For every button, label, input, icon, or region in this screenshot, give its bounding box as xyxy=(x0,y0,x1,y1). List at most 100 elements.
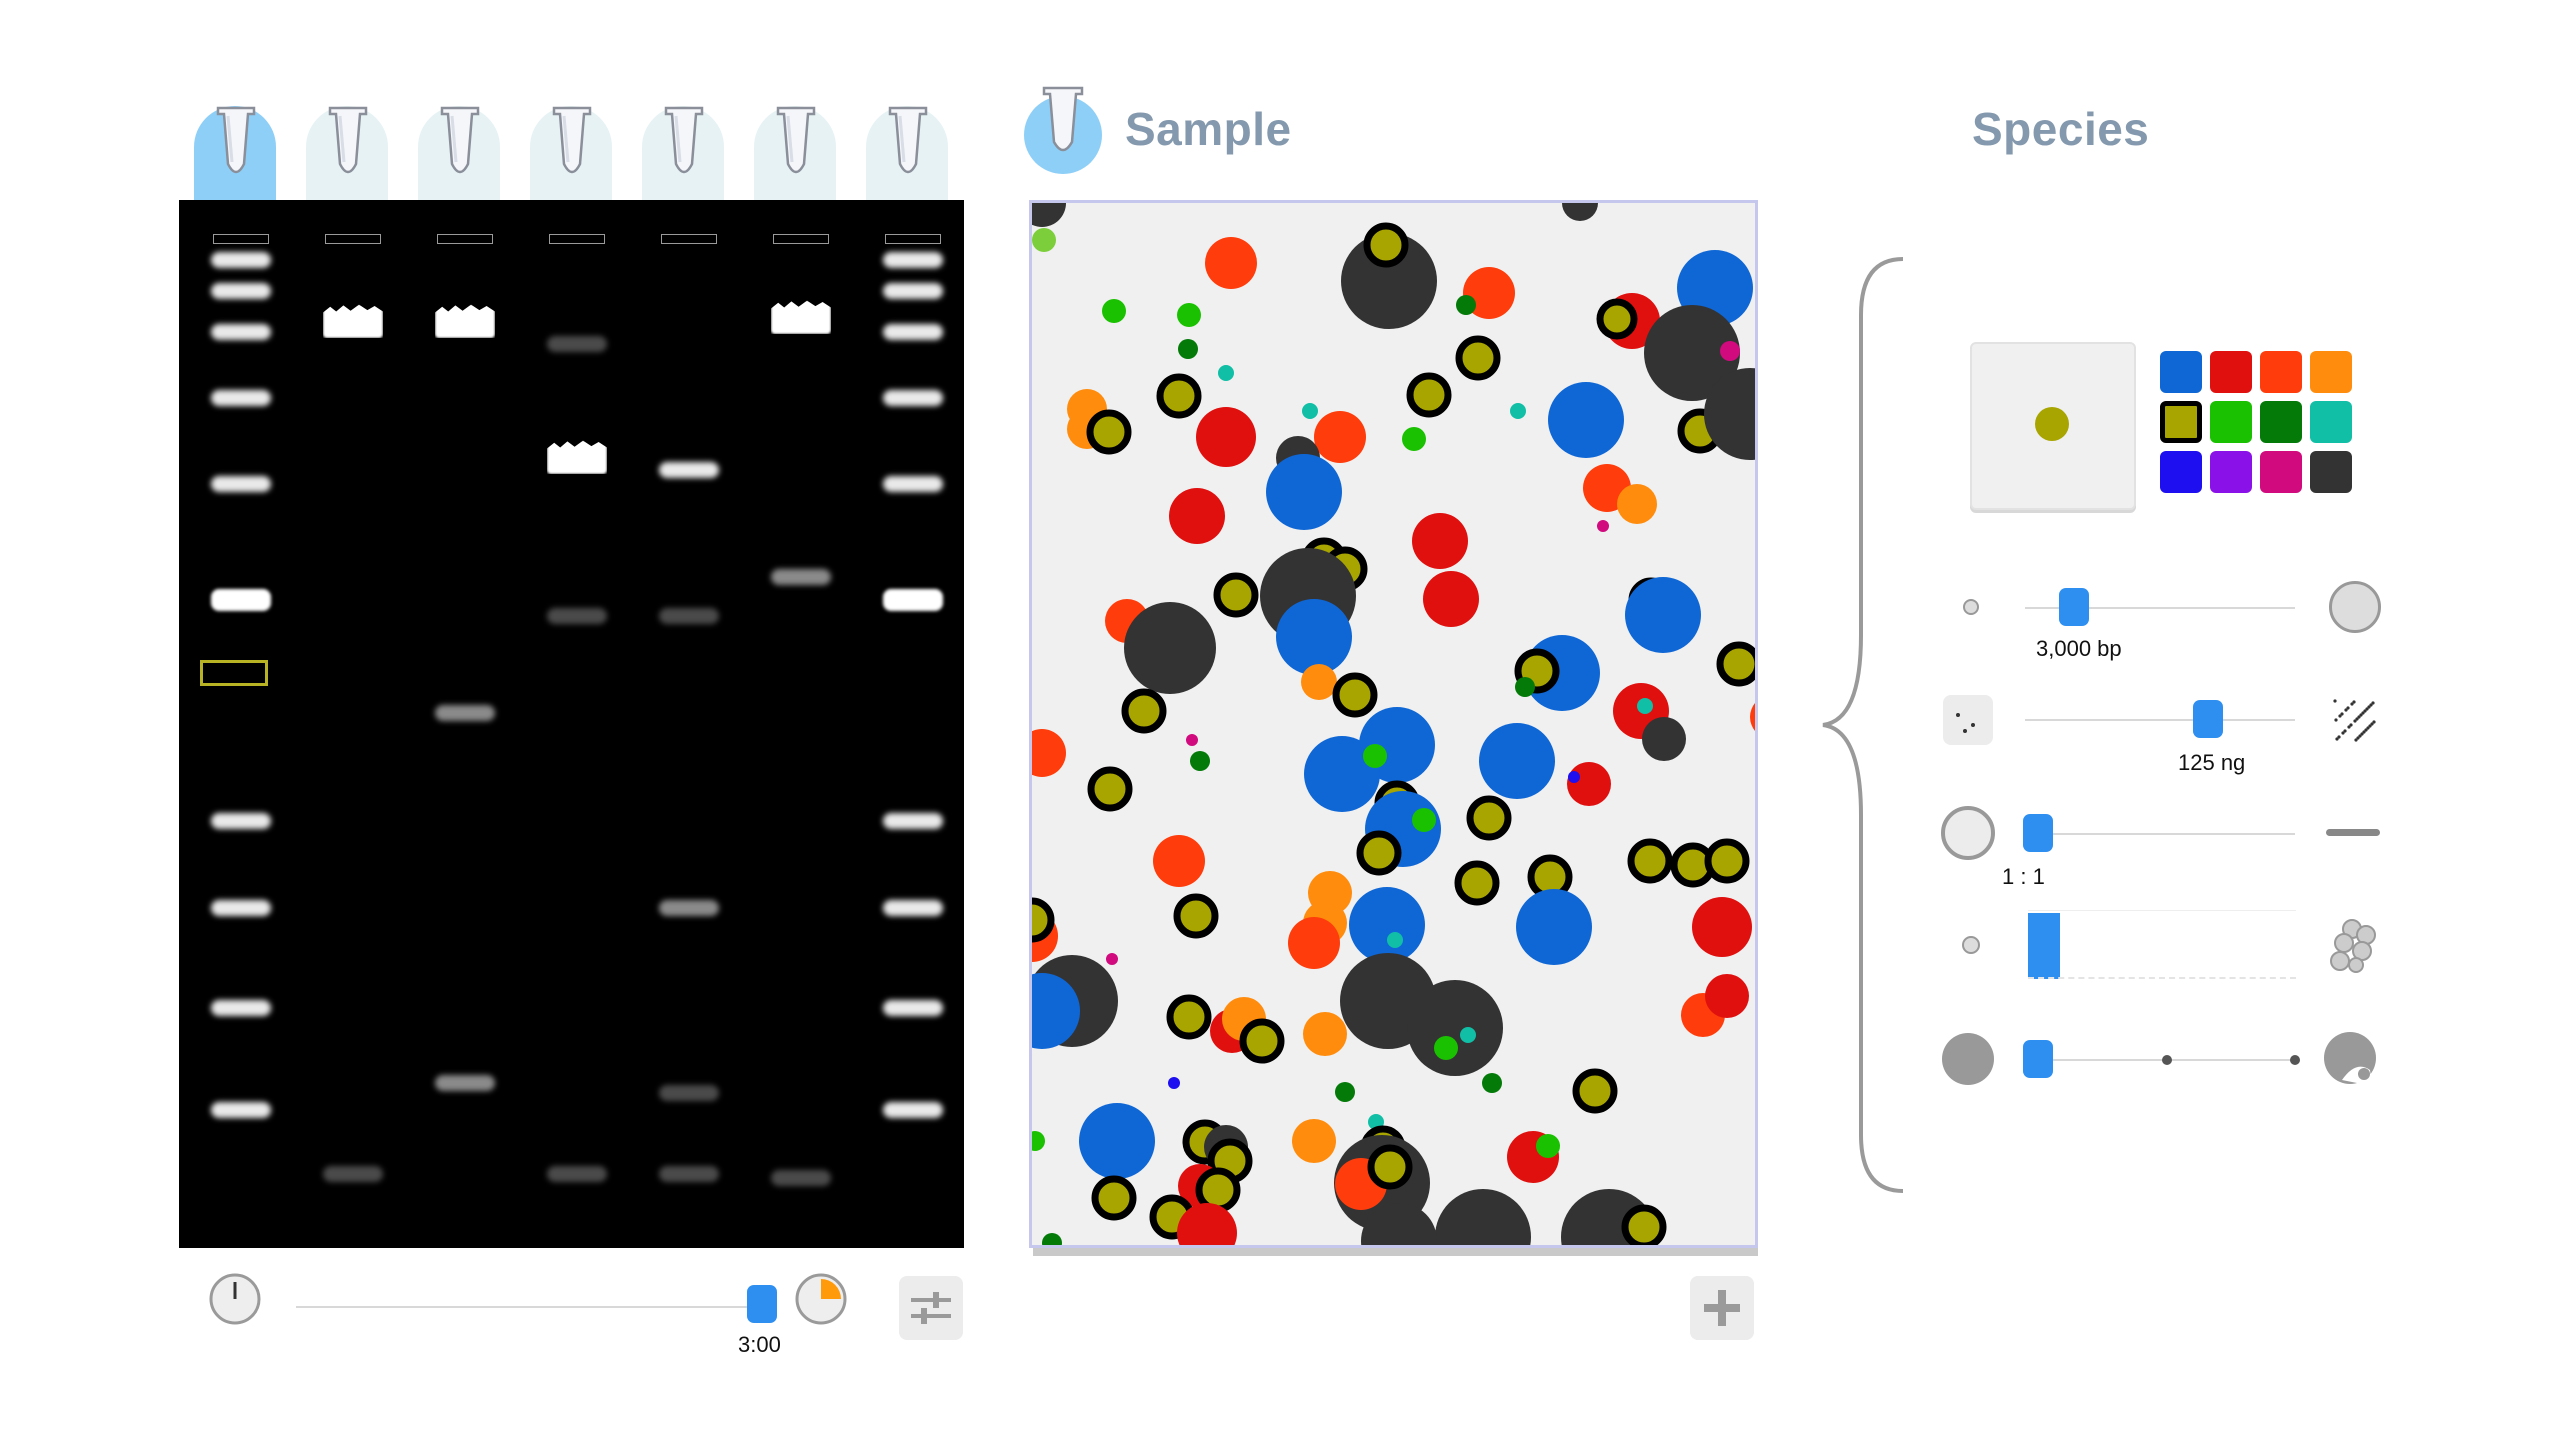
gel-band[interactable] xyxy=(211,390,271,406)
selected-band-highlight[interactable] xyxy=(200,660,268,686)
gel-band[interactable] xyxy=(211,476,271,492)
molecule xyxy=(1454,860,1500,906)
gel-band[interactable] xyxy=(883,1102,943,1118)
gel-band[interactable] xyxy=(771,1170,831,1186)
lane-tube-6[interactable] xyxy=(754,106,836,202)
lane-tube-7[interactable] xyxy=(866,106,948,202)
gel-band[interactable] xyxy=(435,705,495,721)
run-time-slider-track[interactable] xyxy=(296,1306,766,1308)
color-swatch[interactable] xyxy=(2210,451,2252,493)
digest-slider-track[interactable] xyxy=(2025,1059,2295,1061)
ratio-slider-track[interactable] xyxy=(2025,833,2295,835)
color-swatch[interactable] xyxy=(2310,451,2352,493)
color-swatch[interactable] xyxy=(2260,451,2302,493)
gel-band[interactable] xyxy=(547,440,607,474)
molecule xyxy=(1460,1027,1476,1043)
timer-icon[interactable] xyxy=(794,1272,848,1326)
run-time-slider-knob[interactable] xyxy=(747,1285,777,1323)
gel-well xyxy=(661,234,717,244)
molecule xyxy=(1597,520,1609,532)
color-swatch[interactable] xyxy=(2160,451,2202,493)
gel-band[interactable] xyxy=(547,1166,607,1182)
amount-label: 125 ng xyxy=(2178,750,2246,775)
molecule xyxy=(1406,372,1452,418)
digest-slider-knob[interactable] xyxy=(2023,1040,2053,1078)
ratio-slider-knob[interactable] xyxy=(2023,814,2053,852)
gel-band[interactable] xyxy=(211,324,271,340)
color-swatch[interactable] xyxy=(2260,401,2302,443)
molecule xyxy=(1456,295,1476,315)
gel-band[interactable] xyxy=(659,462,719,478)
gel-band[interactable] xyxy=(883,900,943,916)
molecule xyxy=(1720,341,1740,361)
gel-band[interactable] xyxy=(211,252,271,268)
gel-band[interactable] xyxy=(883,476,943,492)
gel-band[interactable] xyxy=(211,589,271,611)
gel-view[interactable] xyxy=(179,200,964,1248)
gel-band[interactable] xyxy=(211,813,271,829)
amount-slider-knob[interactable] xyxy=(2193,700,2224,738)
distribution-bar[interactable] xyxy=(2028,913,2061,979)
molecule xyxy=(1196,407,1256,467)
amount-slider-track[interactable] xyxy=(2025,719,2295,721)
molecule xyxy=(1301,664,1337,700)
molecule xyxy=(1455,335,1501,381)
gel-band[interactable] xyxy=(435,304,495,338)
gel-band[interactable] xyxy=(883,813,943,829)
molecule xyxy=(1642,717,1686,761)
distribution-histogram[interactable] xyxy=(2028,910,2296,979)
lane-tube-2[interactable] xyxy=(306,106,388,202)
gel-band[interactable] xyxy=(211,1102,271,1118)
lane-tube-1[interactable] xyxy=(194,106,276,202)
test-tube-icon xyxy=(216,106,256,174)
molecule xyxy=(1173,893,1219,939)
color-swatch[interactable] xyxy=(2210,351,2252,393)
molecule xyxy=(1412,513,1468,569)
color-swatch[interactable] xyxy=(2310,401,2352,443)
lane-tube-5[interactable] xyxy=(642,106,724,202)
gel-band[interactable] xyxy=(547,336,607,352)
sample-tube-icon[interactable] xyxy=(1024,86,1102,174)
gel-band[interactable] xyxy=(211,900,271,916)
add-button[interactable] xyxy=(1690,1276,1754,1340)
length-slider-knob[interactable] xyxy=(2059,588,2089,626)
gel-band[interactable] xyxy=(883,252,943,268)
color-swatch[interactable] xyxy=(2160,351,2202,393)
gel-band[interactable] xyxy=(883,589,943,611)
gel-band[interactable] xyxy=(883,324,943,340)
settings-button[interactable] xyxy=(899,1276,963,1340)
lane-tube-4[interactable] xyxy=(530,106,612,202)
gel-band[interactable] xyxy=(771,569,831,585)
molecule xyxy=(1087,766,1133,812)
gel-band[interactable] xyxy=(547,608,607,624)
gel-band[interactable] xyxy=(211,1000,271,1016)
molecule xyxy=(1186,734,1198,746)
clock-icon[interactable] xyxy=(208,1272,262,1326)
digested-circle-icon xyxy=(2322,1030,2382,1090)
gel-band[interactable] xyxy=(323,1166,383,1182)
gel-band[interactable] xyxy=(435,1075,495,1091)
lane-tube-3[interactable] xyxy=(418,106,500,202)
molecule xyxy=(1303,1012,1347,1056)
gel-band[interactable] xyxy=(883,283,943,299)
sample-view[interactable] xyxy=(1029,200,1758,1248)
color-swatch[interactable] xyxy=(2160,401,2202,443)
color-swatch[interactable] xyxy=(2260,351,2302,393)
molecule xyxy=(1567,762,1611,806)
color-swatch[interactable] xyxy=(2210,401,2252,443)
gel-band[interactable] xyxy=(883,1000,943,1016)
gel-band[interactable] xyxy=(659,608,719,624)
gel-band[interactable] xyxy=(659,1085,719,1101)
gel-band[interactable] xyxy=(659,900,719,916)
molecule xyxy=(1363,744,1387,768)
gel-band[interactable] xyxy=(659,1166,719,1182)
molecule xyxy=(1407,980,1503,1076)
ratio-label: 1 : 1 xyxy=(2002,864,2045,889)
molecule xyxy=(1423,571,1479,627)
gel-band[interactable] xyxy=(883,390,943,406)
gel-band[interactable] xyxy=(323,304,383,338)
molecule xyxy=(1627,838,1673,884)
gel-band[interactable] xyxy=(211,283,271,299)
color-swatch[interactable] xyxy=(2310,351,2352,393)
gel-band[interactable] xyxy=(771,300,831,334)
